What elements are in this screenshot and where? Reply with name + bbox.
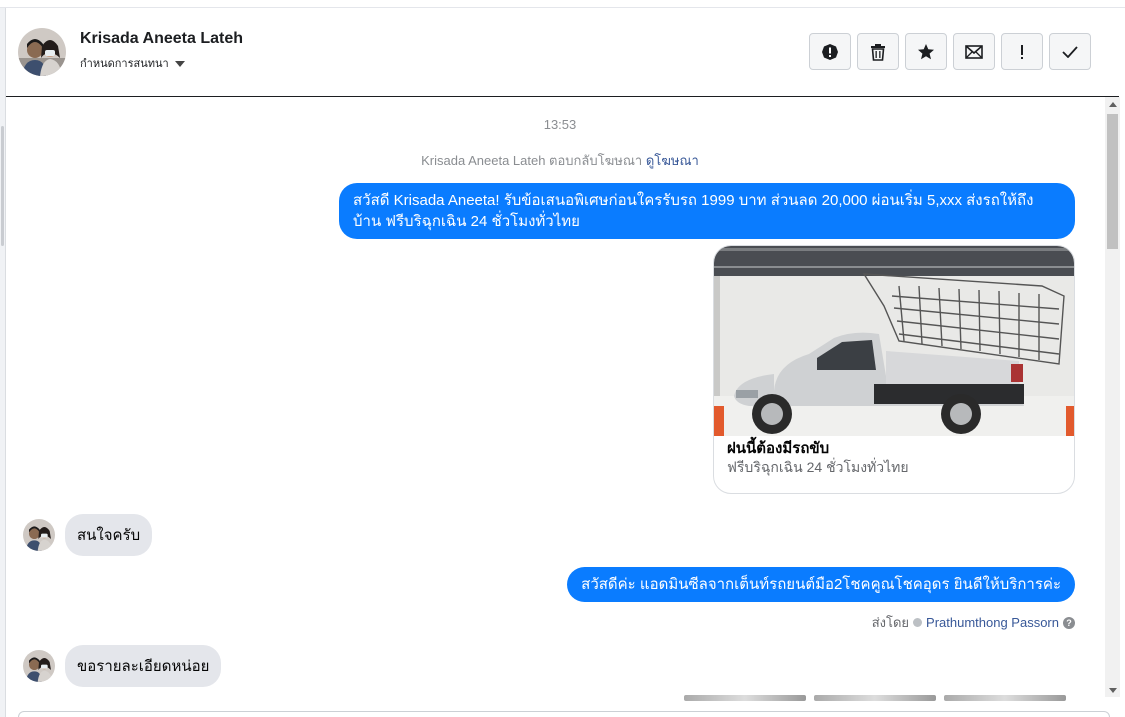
report-icon [822,43,838,60]
delete-button[interactable] [857,33,899,70]
incoming-message-bubble[interactable]: สนใจครับ [65,514,153,556]
outgoing-message-bubble[interactable]: สวัสดี Krisada Aneeta! รับข้อเสนอพิเศษก่… [339,183,1075,239]
contact-avatar-small[interactable] [23,650,55,682]
outgoing-message-bubble[interactable]: สวัสดีค่ะ แอดมินซีลจากเต็นท์รถยนต์มือ2โช… [567,567,1075,602]
caret-down-icon [174,61,185,67]
contact-name[interactable]: Krisada Aneeta Lateh [80,30,243,48]
star-button[interactable] [905,33,947,70]
sent-by-label: ส่งโดย [871,615,910,630]
contact-avatar-small[interactable] [23,519,55,551]
star-icon [918,43,934,59]
chat-scrollbar[interactable] [1105,97,1120,697]
chat-scrollbar-thumb[interactable] [1107,114,1118,249]
ad-reply-text: Krisada Aneeta Lateh ตอบกลับโฆษณา [421,153,643,168]
status-dot-icon [913,618,923,627]
message-composer[interactable] [18,711,1110,717]
sent-by-line: ส่งโดย Prathumthong Passorn ? [872,612,1075,633]
scroll-down-arrow-icon[interactable] [1109,688,1117,693]
ad-card-description: ฟรีบริฉุกเฉิน 24 ชั่วโมงทั่วไทย [727,459,909,475]
important-icon [1021,44,1023,59]
header-actions [809,33,1091,70]
left-scrollbar-thumb[interactable] [1,126,4,246]
incoming-message-bubble[interactable]: ขอรายละเอียดหน่อย [65,645,222,687]
trash-icon [871,43,885,61]
right-gutter [1120,8,1125,717]
incoming-message-row: ขอรายละเอียดหน่อย [23,645,222,687]
message-timestamp: 13:53 [543,117,577,132]
conversation-settings-label: กำหนดการสนทนา [80,58,169,70]
incoming-message-row: สนใจครับ [23,514,153,556]
check-icon [1062,45,1078,58]
ad-card[interactable]: ฝนนี้ต้องมีรถขับ ฟรีบริฉุกเฉิน 24 ชั่วโม… [713,245,1075,494]
message-thread[interactable]: 13:53 Krisada Aneeta Lateh ตอบกลับโฆษณา … [6,97,1105,717]
conversation-settings-dropdown[interactable]: กำหนดการสนทนา [80,54,185,72]
ad-reply-notice: Krisada Aneeta Lateh ตอบกลับโฆษณา ดูโฆษณ… [6,150,1105,171]
window-top-edge [0,0,1125,8]
mark-done-button[interactable] [1049,33,1091,70]
scroll-up-arrow-icon[interactable] [1109,102,1117,107]
mark-unread-button[interactable] [953,33,995,70]
view-ad-link[interactable]: ดูโฆษณา [646,153,699,168]
truck-image[interactable] [714,246,1074,436]
mark-important-button[interactable] [1001,33,1043,70]
help-icon[interactable]: ? [1063,616,1075,629]
mail-icon [965,44,983,59]
contact-avatar[interactable] [18,28,66,76]
conversation-header: Krisada Aneeta Lateh กำหนดการสนทนา [6,8,1119,97]
report-button[interactable] [809,33,851,70]
next-image-preview[interactable] [684,695,1066,701]
sent-by-name[interactable]: Prathumthong Passorn [926,615,1059,630]
